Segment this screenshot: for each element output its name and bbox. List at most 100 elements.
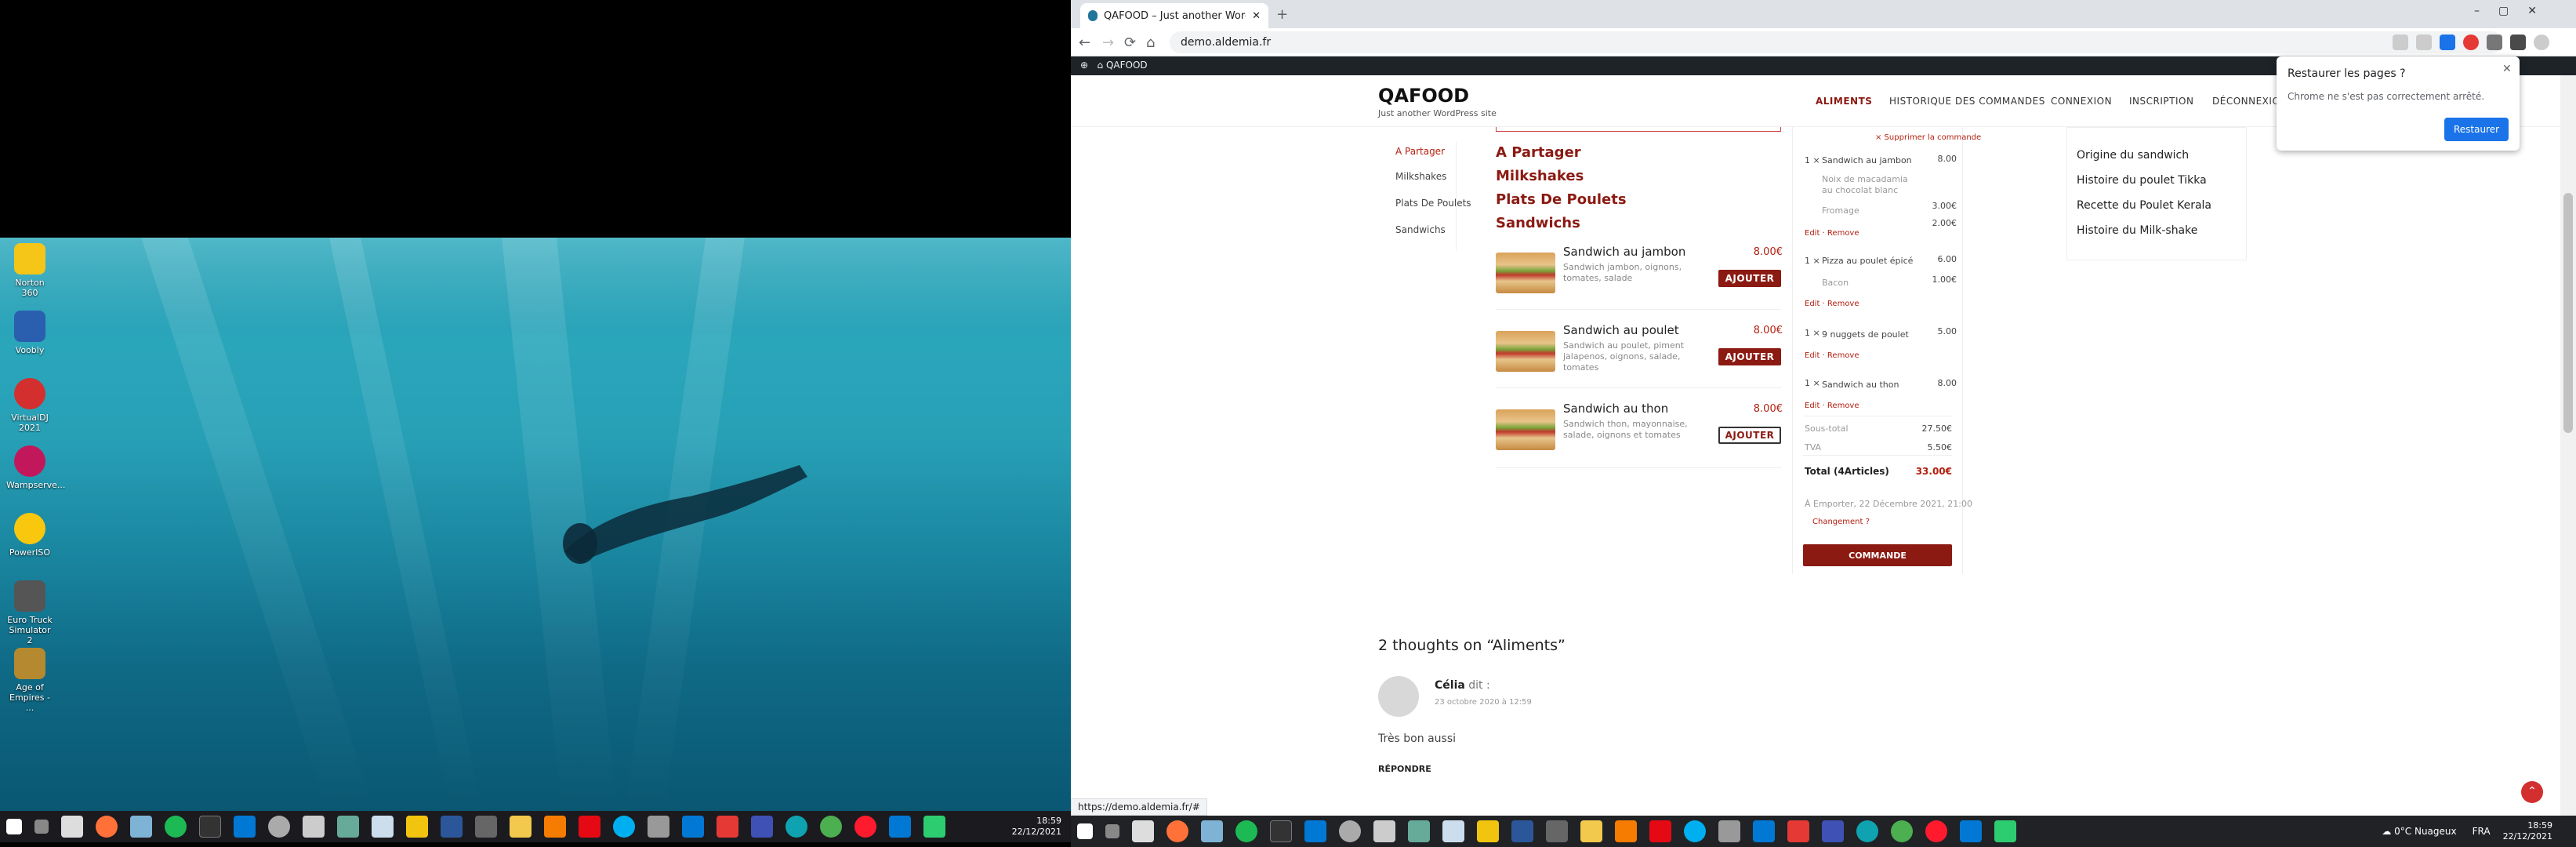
category-a-partager[interactable]: A Partager xyxy=(1395,146,1445,157)
add-to-cart-button[interactable]: AJOUTER xyxy=(1718,348,1781,365)
desktop-icon-wampserver[interactable]: Wampserve... xyxy=(6,445,65,490)
app-icon[interactable] xyxy=(406,816,428,838)
left-clock[interactable]: 18:59 22/12/2021 xyxy=(1012,816,1061,838)
app-icon[interactable] xyxy=(130,816,152,838)
language-indicator[interactable]: FRA xyxy=(2473,826,2491,837)
product-name[interactable]: Sandwich au poulet xyxy=(1563,323,1679,337)
app-icon[interactable] xyxy=(1753,820,1775,842)
settings-icon[interactable] xyxy=(1339,820,1361,842)
app-icon[interactable] xyxy=(717,816,738,838)
wordpress-icon[interactable]: ⊕ xyxy=(1080,60,1088,71)
app-icon[interactable] xyxy=(1201,820,1223,842)
edge-icon[interactable] xyxy=(785,816,807,838)
opera-icon[interactable] xyxy=(854,816,876,838)
desktop-icon-eurotruck[interactable]: Euro Truck Simulator 2 xyxy=(6,580,53,645)
netflix-icon[interactable] xyxy=(1649,820,1671,842)
settings-icon[interactable] xyxy=(268,816,290,838)
delete-order-link[interactable]: × Supprimer la commande xyxy=(1875,133,1981,142)
reply-link[interactable]: RÉPONDRE xyxy=(1378,764,1431,774)
notepad-icon[interactable] xyxy=(372,816,394,838)
terminal-icon[interactable] xyxy=(199,816,221,838)
menu-historique[interactable]: HISTORIQUE DES COMMANDES xyxy=(1889,96,2045,107)
app-icon[interactable] xyxy=(1718,820,1740,842)
scroll-top-button[interactable]: ⌃ xyxy=(2521,781,2543,803)
app-icon[interactable] xyxy=(1373,820,1395,842)
cart-item-actions[interactable]: Edit · Remove xyxy=(1805,351,1859,360)
cart-item-actions[interactable]: Edit · Remove xyxy=(1805,300,1859,308)
close-icon[interactable]: ✕ xyxy=(2502,63,2512,75)
sidebar-link[interactable]: Histoire du poulet Tikka xyxy=(2077,174,2207,187)
windows-start-icon[interactable] xyxy=(1077,823,1093,839)
word-icon[interactable] xyxy=(441,816,463,838)
vscode-icon[interactable] xyxy=(1304,820,1326,842)
share-icon[interactable] xyxy=(2416,35,2432,50)
product-image[interactable] xyxy=(1496,253,1555,293)
desktop-icon-voobly[interactable]: Voobly xyxy=(6,311,53,355)
home-icon[interactable]: ⌂ xyxy=(1146,35,1155,51)
app-icon[interactable] xyxy=(1994,820,2016,842)
word-icon[interactable] xyxy=(1511,820,1533,842)
spotify-icon[interactable] xyxy=(1235,820,1257,842)
menu-aliments[interactable]: ALIMENTS xyxy=(1816,96,1872,107)
desktop-icon-norton[interactable]: Norton 360 xyxy=(6,243,53,298)
weather-widget[interactable]: ☁ 0°C Nuageux xyxy=(2382,826,2456,837)
reload-icon[interactable]: ⟳ xyxy=(1124,35,1136,51)
search-icon[interactable] xyxy=(2393,35,2408,50)
category-sandwichs[interactable]: Sandwichs xyxy=(1395,224,1446,235)
bookmark-star-icon[interactable] xyxy=(2440,35,2455,50)
right-clock[interactable]: 18:59 22/12/2021 xyxy=(2503,820,2552,842)
forward-icon[interactable]: → xyxy=(1102,35,1114,51)
app-icon[interactable] xyxy=(1477,820,1499,842)
vlc-icon[interactable] xyxy=(544,816,566,838)
new-tab-icon[interactable]: + xyxy=(1276,6,1288,23)
sidebar-link[interactable]: Origine du sandwich xyxy=(2077,149,2189,162)
app-icon[interactable] xyxy=(1546,820,1568,842)
extension-icon[interactable] xyxy=(2463,35,2479,50)
restore-button[interactable]: Restaurer xyxy=(2444,118,2509,141)
menu-inscription[interactable]: INSCRIPTION xyxy=(2129,96,2193,107)
category-milkshakes[interactable]: Milkshakes xyxy=(1395,171,1446,182)
app-icon[interactable] xyxy=(648,816,669,838)
notepad-icon[interactable] xyxy=(1442,820,1464,842)
app-icon[interactable] xyxy=(682,816,704,838)
sidebar-link[interactable]: Recette du Poulet Kerala xyxy=(2077,199,2211,212)
category-plats-poulets[interactable]: Plats De Poulets xyxy=(1395,198,1471,209)
edge-icon[interactable] xyxy=(1856,820,1878,842)
store-icon[interactable] xyxy=(1132,820,1154,842)
app-icon[interactable] xyxy=(475,816,497,838)
add-to-cart-button[interactable]: AJOUTER xyxy=(1718,270,1781,287)
close-tab-icon[interactable]: ✕ xyxy=(1252,10,1261,22)
app-icon[interactable] xyxy=(1408,820,1430,842)
task-view-icon[interactable] xyxy=(34,820,49,834)
product-image[interactable] xyxy=(1496,409,1555,450)
vlc-icon[interactable] xyxy=(1615,820,1637,842)
desktop-icon-virtualdj[interactable]: VirtualDJ 2021 xyxy=(6,378,53,433)
chrome-icon[interactable] xyxy=(1891,820,1913,842)
netflix-icon[interactable] xyxy=(579,816,600,838)
window-controls[interactable]: –▢✕ xyxy=(2474,5,2556,17)
menu-connexion[interactable]: CONNEXION xyxy=(2051,96,2112,107)
app-icon[interactable] xyxy=(923,816,945,838)
windows-start-icon[interactable] xyxy=(6,819,22,834)
search-box[interactable] xyxy=(1496,127,1781,132)
profile-icon[interactable] xyxy=(2534,35,2549,50)
firefox-icon[interactable] xyxy=(96,816,118,838)
desktop-icon-ageofempires[interactable]: Age of Empires - ... xyxy=(6,648,53,713)
vscode-icon[interactable] xyxy=(234,816,256,838)
site-logo[interactable]: QAFOOD xyxy=(1378,85,1469,107)
firefox-icon[interactable] xyxy=(1166,820,1188,842)
cart-item-actions[interactable]: Edit · Remove xyxy=(1805,402,1859,410)
product-image[interactable] xyxy=(1496,331,1555,372)
order-button[interactable]: COMMANDE xyxy=(1803,544,1952,566)
extension-icon[interactable] xyxy=(2487,35,2502,50)
folder-icon[interactable] xyxy=(1580,820,1602,842)
change-link[interactable]: Changement ? xyxy=(1812,518,1870,526)
back-icon[interactable]: ← xyxy=(1079,35,1090,51)
spotify-icon[interactable] xyxy=(165,816,187,838)
desktop-icon-poweriso[interactable]: PowerISO xyxy=(6,513,53,558)
add-to-cart-button[interactable]: AJOUTER xyxy=(1718,427,1781,444)
product-name[interactable]: Sandwich au jambon xyxy=(1563,245,1685,259)
app-icon[interactable] xyxy=(1822,820,1844,842)
skype-icon[interactable] xyxy=(1684,820,1706,842)
app-icon[interactable] xyxy=(337,816,359,838)
